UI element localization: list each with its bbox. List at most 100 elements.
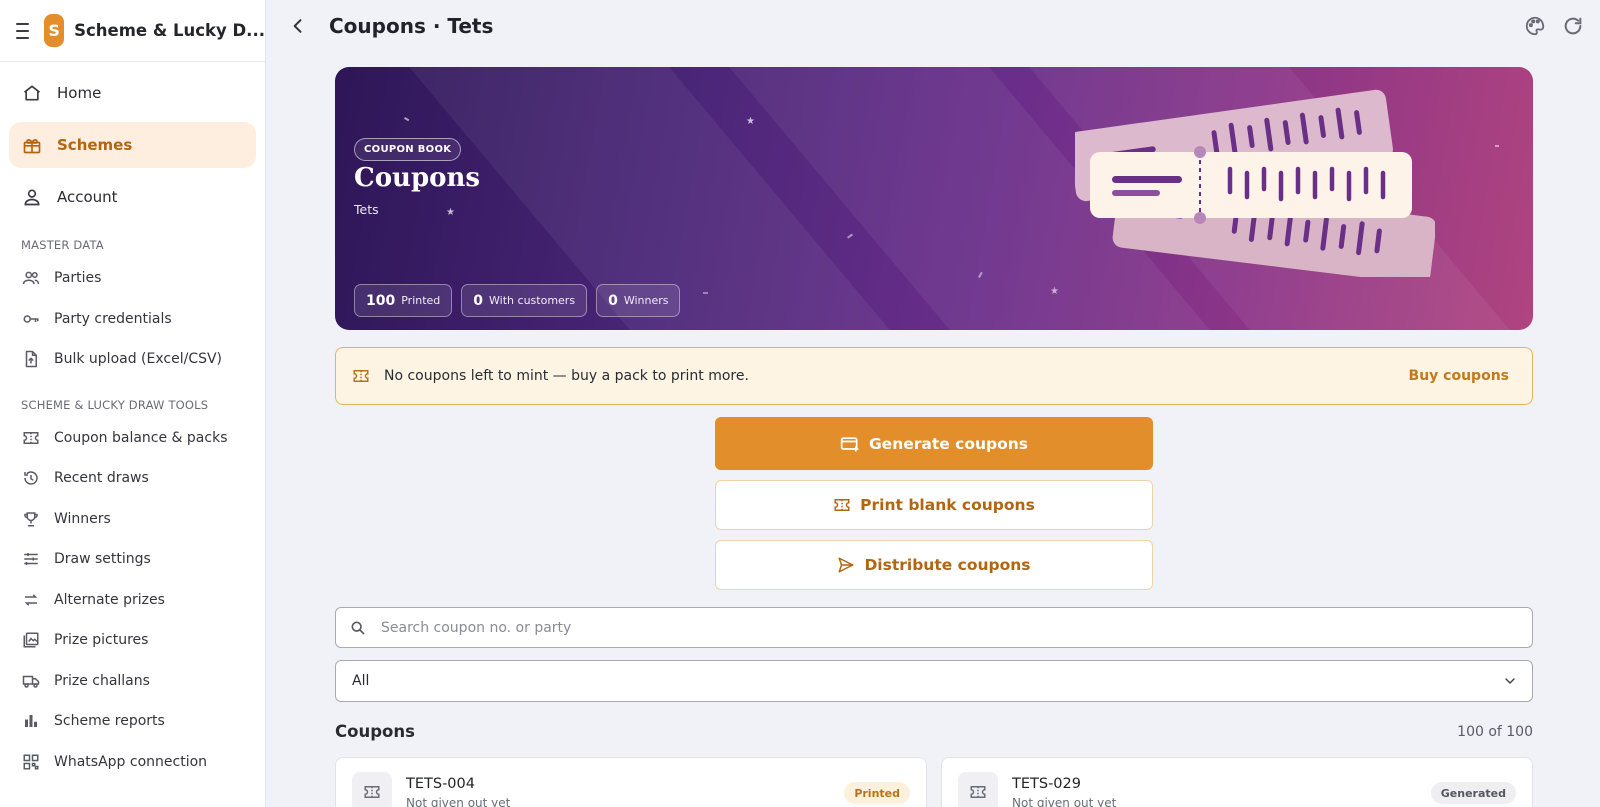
- nav-item-label: Scheme reports: [54, 713, 165, 730]
- nav-item-label: Account: [57, 188, 118, 206]
- key-icon: [22, 310, 40, 328]
- section-label-master: MASTER DATA: [21, 238, 104, 252]
- card-plus-icon: [840, 434, 860, 454]
- stat-label: Winners: [623, 294, 669, 307]
- nav-item-whatsapp-connection[interactable]: WhatsApp connection: [0, 742, 265, 783]
- coupon-code: TETS-004: [406, 776, 475, 792]
- nav-item-winners[interactable]: Winners: [0, 499, 265, 540]
- back-arrow-icon[interactable]: [286, 14, 310, 38]
- coupon-book-badge: COUPON BOOK: [354, 138, 462, 161]
- stat-value: 0: [473, 292, 484, 309]
- trophy-icon: [22, 510, 40, 528]
- button-label: Generate coupons: [868, 434, 1029, 453]
- section-label-tools: SCHEME & LUCKY DRAW TOOLS: [21, 397, 209, 412]
- stat-value: 100: [366, 292, 396, 309]
- nav-item-prize-challans[interactable]: Prize challans: [0, 661, 265, 702]
- status-badge: Printed: [844, 782, 910, 804]
- ticket-icon: [833, 496, 851, 514]
- coupons-section-title: Coupons: [335, 722, 415, 741]
- nav-item-account[interactable]: Account: [9, 174, 256, 220]
- home-icon: [22, 83, 42, 103]
- ticket-icon: [352, 366, 372, 386]
- stat-label: With customers: [489, 294, 576, 307]
- svg-text:★: ★: [1050, 286, 1059, 297]
- button-label: Print blank coupons: [860, 496, 1035, 514]
- search-icon: [350, 620, 366, 636]
- refresh-icon[interactable]: [1561, 14, 1585, 38]
- generate-coupons-button[interactable]: Generate coupons: [715, 417, 1153, 470]
- people-icon: [22, 269, 40, 287]
- nav-item-schemes[interactable]: Schemes: [9, 122, 256, 168]
- swap-icon: [22, 591, 40, 609]
- send-icon: [837, 556, 855, 574]
- coupons-count: 100 of 100: [1457, 724, 1533, 740]
- no-coupons-alert: No coupons left to mint — buy a pack to …: [335, 347, 1533, 405]
- search-box: [335, 607, 1533, 648]
- nav-item-coupon-balance[interactable]: Coupon balance & packs: [0, 418, 265, 459]
- qr-icon: [22, 753, 40, 771]
- hero-subtitle: Tets: [354, 202, 379, 217]
- nav-item-alternate-prizes[interactable]: Alternate prizes: [0, 580, 265, 621]
- svg-text:★: ★: [746, 116, 755, 127]
- nav-item-bulk-upload[interactable]: Bulk upload (Excel/CSV): [0, 339, 265, 380]
- ticket-icon: [352, 772, 392, 807]
- bar-chart-icon: [22, 712, 40, 730]
- sidebar-header: S Scheme & Lucky D...: [0, 0, 265, 62]
- top-bar: Coupons · Tets: [266, 0, 1600, 52]
- coupon-book-hero: ★ ★ ★ ★ COUPON BOOK Coupons Tets 100 Pri…: [335, 67, 1533, 330]
- user-icon: [22, 187, 42, 207]
- nav-item-label: Home: [57, 84, 102, 102]
- nav-item-label: Parties: [54, 270, 102, 287]
- sliders-icon: [22, 550, 40, 568]
- nav-item-party-credentials[interactable]: Party credentials: [0, 299, 265, 340]
- stat-printed: 100 Printed: [354, 284, 453, 317]
- truck-icon: [22, 672, 40, 690]
- distribute-coupons-button[interactable]: Distribute coupons: [715, 540, 1153, 590]
- coupon-status-text: Not given out yet: [1012, 796, 1117, 807]
- nav-item-label: Coupon balance & packs: [54, 429, 228, 446]
- search-input[interactable]: [381, 619, 1481, 636]
- ticket-icon: [958, 772, 998, 807]
- app-logo: S: [44, 14, 65, 47]
- sidebar: S Scheme & Lucky D... Home Schemes Accou…: [0, 0, 266, 807]
- status-filter-select[interactable]: All: [335, 660, 1533, 702]
- menu-icon[interactable]: [16, 22, 30, 39]
- palette-icon[interactable]: [1523, 14, 1547, 38]
- coupon-code: TETS-029: [1012, 776, 1081, 792]
- page-title: Coupons · Tets: [329, 14, 494, 38]
- file-upload-icon: [22, 350, 40, 368]
- nav-item-label: Winners: [54, 510, 111, 527]
- select-value: All: [352, 673, 370, 689]
- status-badge: Generated: [1430, 782, 1516, 804]
- stat-with-customers: 0 With customers: [461, 284, 588, 317]
- nav-item-home[interactable]: Home: [9, 70, 256, 116]
- chevron-down-icon: [1502, 673, 1518, 693]
- coupon-status-text: Not given out yet: [406, 796, 511, 807]
- svg-text:★: ★: [446, 207, 455, 218]
- hero-title: Coupons: [354, 163, 481, 193]
- app-name: Scheme & Lucky D...: [74, 21, 265, 40]
- coupon-card[interactable]: TETS-029 Not given out yet Generated: [941, 757, 1533, 807]
- nav-item-label: Schemes: [57, 136, 133, 154]
- nav-item-recent-draws[interactable]: Recent draws: [0, 458, 265, 499]
- nav-item-label: Prize pictures: [54, 632, 149, 649]
- print-blank-coupons-button[interactable]: Print blank coupons: [715, 480, 1153, 530]
- nav-item-label: Party credentials: [54, 310, 172, 327]
- buy-coupons-link[interactable]: Buy coupons: [1409, 368, 1509, 384]
- ticket-icon: [22, 429, 40, 447]
- stat-label: Printed: [401, 294, 441, 307]
- nav-item-prize-pictures[interactable]: Prize pictures: [0, 620, 265, 661]
- coupon-card[interactable]: TETS-004 Not given out yet Printed: [335, 757, 927, 807]
- gift-icon: [22, 135, 42, 155]
- nav-item-label: Draw settings: [54, 551, 151, 568]
- nav-item-draw-settings[interactable]: Draw settings: [0, 539, 265, 580]
- nav-item-label: Bulk upload (Excel/CSV): [54, 351, 223, 368]
- nav-item-scheme-reports[interactable]: Scheme reports: [0, 701, 265, 742]
- nav-item-label: WhatsApp connection: [54, 753, 208, 770]
- history-icon: [22, 469, 40, 487]
- coupon-tickets-illustration: [1075, 89, 1435, 277]
- nav-item-label: Prize challans: [54, 672, 150, 689]
- nav-item-parties[interactable]: Parties: [0, 258, 265, 299]
- stat-value: 0: [608, 292, 618, 309]
- top-actions: [1523, 14, 1585, 38]
